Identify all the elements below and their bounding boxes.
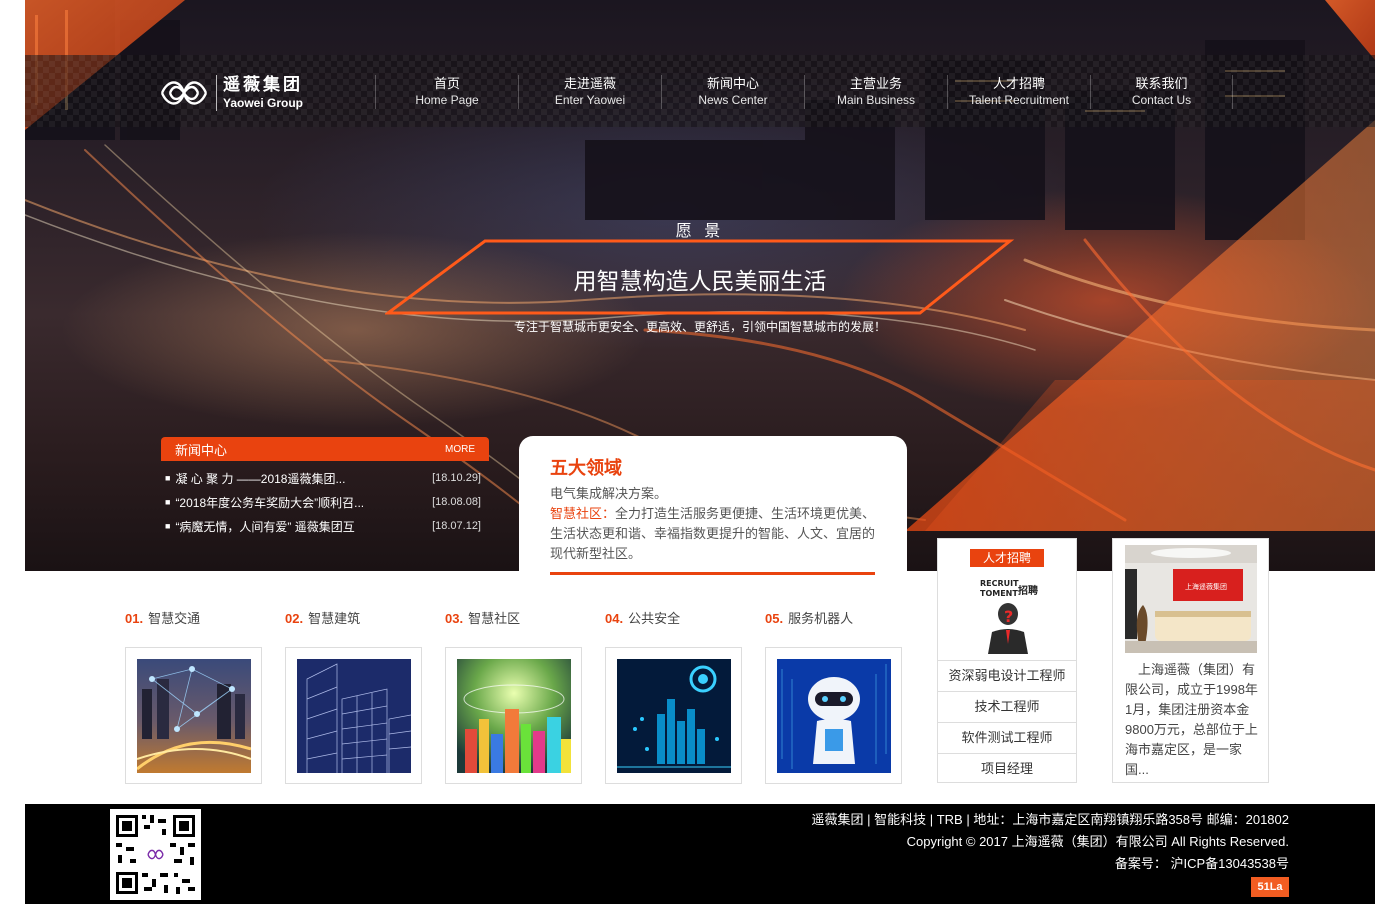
service-card-traffic[interactable]	[125, 647, 262, 784]
nav-item-label-cn: 主营业务	[849, 76, 902, 91]
svg-text:?: ?	[1004, 607, 1013, 626]
service-number: 03.	[445, 611, 464, 626]
vision-slogan: 用智慧构造人民美丽生活	[573, 268, 827, 294]
service-number: 05.	[765, 611, 784, 626]
job-position-item[interactable]: 资深弱电设计工程师	[938, 660, 1076, 691]
service-name: 智慧社区	[468, 611, 521, 626]
footer-icp[interactable]: 备案号： 沪ICP备13043538号	[812, 853, 1289, 875]
nav-item-label-cn: 新闻中心	[706, 76, 759, 91]
bullet-icon: ■	[165, 521, 171, 531]
news-item-title: “2018年度公务车奖励大会”顺利召...	[175, 495, 365, 510]
footer-info: 遥薇集团 | 智能科技 | TRB | 地址：上海市嘉定区南翔镇翔乐路358号 …	[812, 809, 1289, 875]
recruit-img-text-3: 招聘	[1018, 584, 1038, 597]
page-footer: 遥薇集团 | 智能科技 | TRB | 地址：上海市嘉定区南翔镇翔乐路358号 …	[25, 804, 1375, 904]
service-number: 02.	[285, 611, 304, 626]
fields-highlight: 智慧社区：	[550, 506, 616, 521]
fields-text-line: 电气集成解决方案。	[550, 486, 668, 501]
nav-item-recruitment[interactable]: 人才招聘 Talent Recruitment	[947, 75, 1090, 109]
recruit-illustration: RECRUIT TOMENT 招聘 ?	[978, 572, 1038, 654]
company-sign-text: 上海遥薇集团	[1185, 582, 1227, 591]
news-more-link[interactable]: MORE	[445, 444, 475, 455]
main-menu: 首页 Home Page 走进遥薇 Enter Yaowei 新闻中心 News…	[375, 75, 1233, 109]
nav-item-label-en: Main Business	[836, 93, 916, 107]
company-lobby-photo: 上海遥薇集团	[1125, 545, 1257, 653]
fields-underline	[550, 572, 875, 575]
news-item[interactable]: ■ “病魔无情，人间有爱” 遥薇集团互 [18.07.12]	[161, 514, 489, 538]
service-number: 04.	[605, 611, 624, 626]
news-item-date: [18.10.29]	[432, 472, 481, 484]
service-label-security[interactable]: 04. 公共安全	[605, 608, 680, 627]
service-label-building[interactable]: 02. 智慧建筑	[285, 608, 360, 627]
footer-copyright: Copyright © 2017 上海遥薇（集团）有限公司 All Rights…	[906, 834, 1289, 849]
service-card-robot[interactable]	[765, 647, 902, 784]
bullet-icon: ■	[165, 473, 171, 483]
qr-code-icon	[110, 809, 201, 900]
service-card-building[interactable]	[285, 647, 422, 784]
nav-item-business[interactable]: 主营业务 Main Business	[804, 75, 947, 109]
service-robot-image	[777, 659, 891, 773]
nav-item-label-en: Enter Yaowei	[554, 93, 626, 107]
nav-item-label-en: News Center	[698, 93, 768, 107]
service-name: 智慧建筑	[308, 611, 361, 626]
smart-community-image	[457, 659, 571, 773]
smart-building-image	[297, 659, 411, 773]
brand-name-en: Yaowei Group	[223, 96, 304, 110]
recruitment-tag[interactable]: 人才招聘	[970, 549, 1044, 567]
five-fields-card: 五大领域 电气集成解决方案。 智慧社区：全力打造生活服务更便捷、生活环境更优美、…	[519, 436, 907, 586]
nav-item-label-en: Contact Us	[1131, 93, 1192, 107]
bullet-icon: ■	[165, 497, 171, 507]
job-position-list: 资深弱电设计工程师 技术工程师 软件测试工程师 项目经理	[938, 660, 1076, 784]
service-label-traffic[interactable]: 01. 智慧交通	[125, 608, 200, 627]
news-panel: 新闻中心 MORE ■ 凝 心 聚 力 ——2018遥薇集团... [18.10.…	[161, 437, 489, 538]
service-number: 01.	[125, 611, 144, 626]
news-item-date: [18.07.12]	[432, 520, 481, 532]
service-name: 公共安全	[628, 611, 681, 626]
recruit-img-text-2: TOMENT	[980, 589, 1018, 598]
nav-item-label-cn: 走进遥薇	[563, 76, 616, 91]
brand-logo[interactable]: 遥薇集团 Yaowei Group	[158, 72, 318, 114]
nav-item-label-en: Talent Recruitment	[968, 93, 1070, 107]
nav-item-home[interactable]: 首页 Home Page	[375, 75, 518, 109]
footer-links[interactable]: 遥薇集团 | 智能科技 | TRB | 地址：上海市嘉定区南翔镇翔乐路358号 …	[812, 809, 1289, 831]
news-item[interactable]: ■ 凝 心 聚 力 ——2018遥薇集团... [18.10.29]	[161, 466, 489, 490]
service-label-robot[interactable]: 05. 服务机器人	[765, 608, 853, 627]
nav-item-about[interactable]: 走进遥薇 Enter Yaowei	[518, 75, 661, 109]
job-position-item[interactable]: 技术工程师	[938, 691, 1076, 722]
service-card-community[interactable]	[445, 647, 582, 784]
nav-item-label-en: Home Page	[415, 93, 479, 107]
news-item[interactable]: ■ “2018年度公务车奖励大会”顺利召... [18.08.08]	[161, 490, 489, 514]
nav-item-news[interactable]: 新闻中心 News Center	[661, 75, 804, 109]
news-title: 新闻中心	[175, 442, 228, 458]
service-name: 智慧交通	[148, 611, 201, 626]
company-intro-text: 上海遥薇（集团）有限公司，成立于1998年1月，集团注册资本金9800万元，总部…	[1125, 662, 1258, 777]
recruit-img-text-1: RECRUIT	[980, 579, 1019, 588]
job-position-item[interactable]: 项目经理	[938, 753, 1076, 784]
nav-item-label-cn: 人才招聘	[992, 76, 1045, 91]
public-security-image	[617, 659, 731, 773]
news-item-date: [18.08.08]	[432, 496, 481, 508]
nav-item-label-cn: 联系我们	[1135, 76, 1188, 91]
top-nav-bar: 遥薇集团 Yaowei Group 首页 Home Page 走进遥薇 Ente…	[25, 55, 1375, 127]
fields-title: 五大领域	[550, 458, 622, 478]
nav-item-label-cn: 首页	[433, 76, 460, 91]
job-position-item[interactable]: 软件测试工程师	[938, 722, 1076, 753]
fields-text-paragraph: 智慧社区：全力打造生活服务更便捷、生活环境更优美、生活状态更和谐、幸福指数更提升…	[550, 504, 880, 564]
news-item-title: 凝 心 聚 力 ——2018遥薇集团...	[175, 471, 346, 486]
service-label-community[interactable]: 03. 智慧社区	[445, 608, 520, 627]
news-header: 新闻中心 MORE	[161, 437, 489, 461]
service-name: 服务机器人	[788, 611, 854, 626]
nav-item-contact[interactable]: 联系我们 Contact Us	[1090, 75, 1233, 109]
service-card-security[interactable]	[605, 647, 742, 784]
fields-scroll-text: 电气集成解决方案。 智慧社区：全力打造生活服务更便捷、生活环境更优美、生活状态更…	[550, 484, 880, 574]
company-intro-panel[interactable]: 上海遥薇集团 上海遥薇（集团）有限公司，成立于1998年1月，集团注册资本金98…	[1112, 538, 1269, 783]
brand-logo-icon	[160, 81, 208, 105]
vision-subtitle: 专注于智慧城市更安全、更高效、更舒适，引领中国智慧城市的发展！	[513, 320, 886, 334]
smart-traffic-image	[137, 659, 251, 773]
stats-51la-badge[interactable]: 51La	[1251, 877, 1289, 897]
brand-name-cn: 遥薇集团	[223, 75, 303, 94]
recruitment-panel: 人才招聘 RECRUIT TOMENT 招聘 ? 资深弱电设计工程师 技术工程师…	[937, 538, 1077, 783]
news-list: ■ 凝 心 聚 力 ——2018遥薇集团... [18.10.29] ■ “2018…	[161, 466, 489, 538]
news-item-title: “病魔无情，人间有爱” 遥薇集团互	[175, 519, 355, 534]
